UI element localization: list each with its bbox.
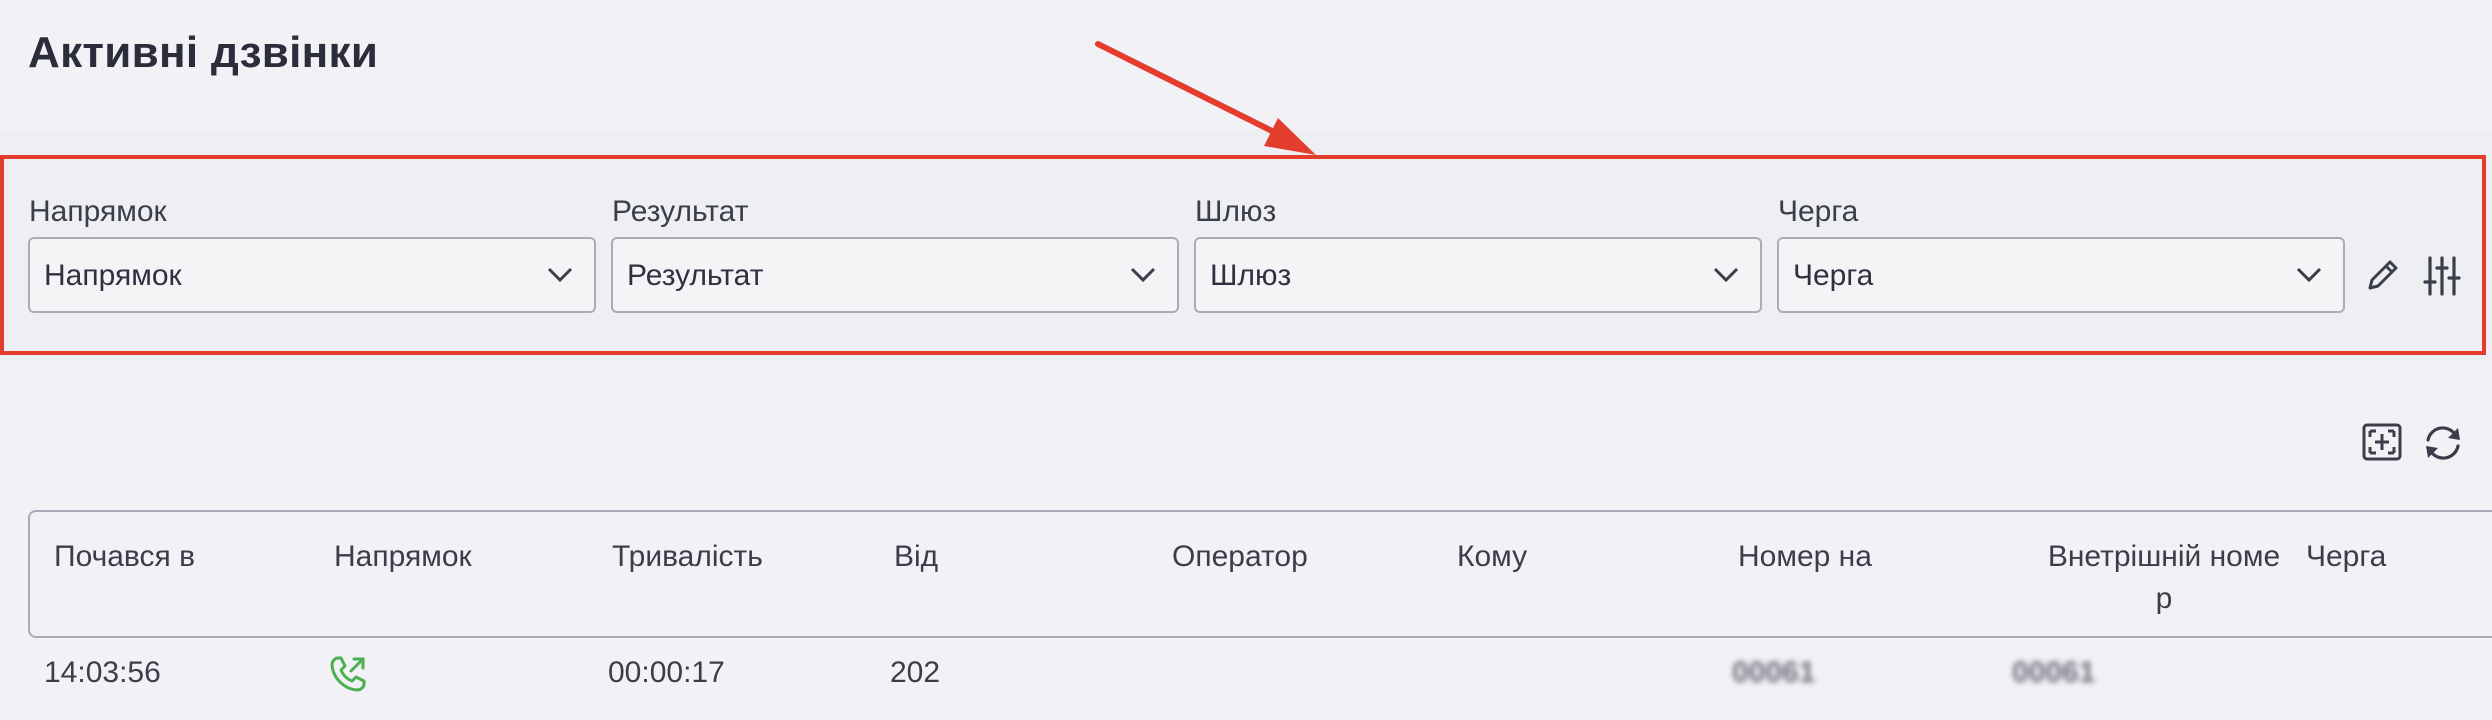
outgoing-call-icon xyxy=(330,656,366,692)
column-header-internal-number[interactable]: Внетрішній номе р xyxy=(2024,536,2304,620)
refresh-icon[interactable] xyxy=(2420,420,2466,466)
cell-internal-number: 00061 xyxy=(2012,656,2096,689)
filter-highlight-box xyxy=(0,155,2486,355)
calls-table-header: Почався в Напрямок Тривалість Від Операт… xyxy=(28,510,2492,638)
column-header-number-on[interactable]: Номер на xyxy=(1738,536,1872,578)
column-header-operator[interactable]: Оператор xyxy=(1172,536,1308,578)
cell-from: 202 xyxy=(890,656,941,689)
column-header-to[interactable]: Кому xyxy=(1457,536,1527,578)
column-header-duration[interactable]: Тривалість xyxy=(612,536,763,578)
page-title: Активні дзвінки xyxy=(28,28,379,77)
fullscreen-icon[interactable] xyxy=(2360,420,2404,464)
column-header-started[interactable]: Почався в xyxy=(54,536,195,578)
cell-duration: 00:00:17 xyxy=(608,656,725,689)
column-header-direction[interactable]: Напрямок xyxy=(334,536,472,578)
cell-started: 14:03:56 xyxy=(44,656,161,689)
active-calls-page: Активні дзвінки Напрямок Напрямок Резуль… xyxy=(0,0,2492,720)
column-header-queue[interactable]: Черга xyxy=(2306,536,2386,578)
column-header-from[interactable]: Від xyxy=(894,536,938,578)
cell-number-on: 00061 xyxy=(1732,656,1816,689)
